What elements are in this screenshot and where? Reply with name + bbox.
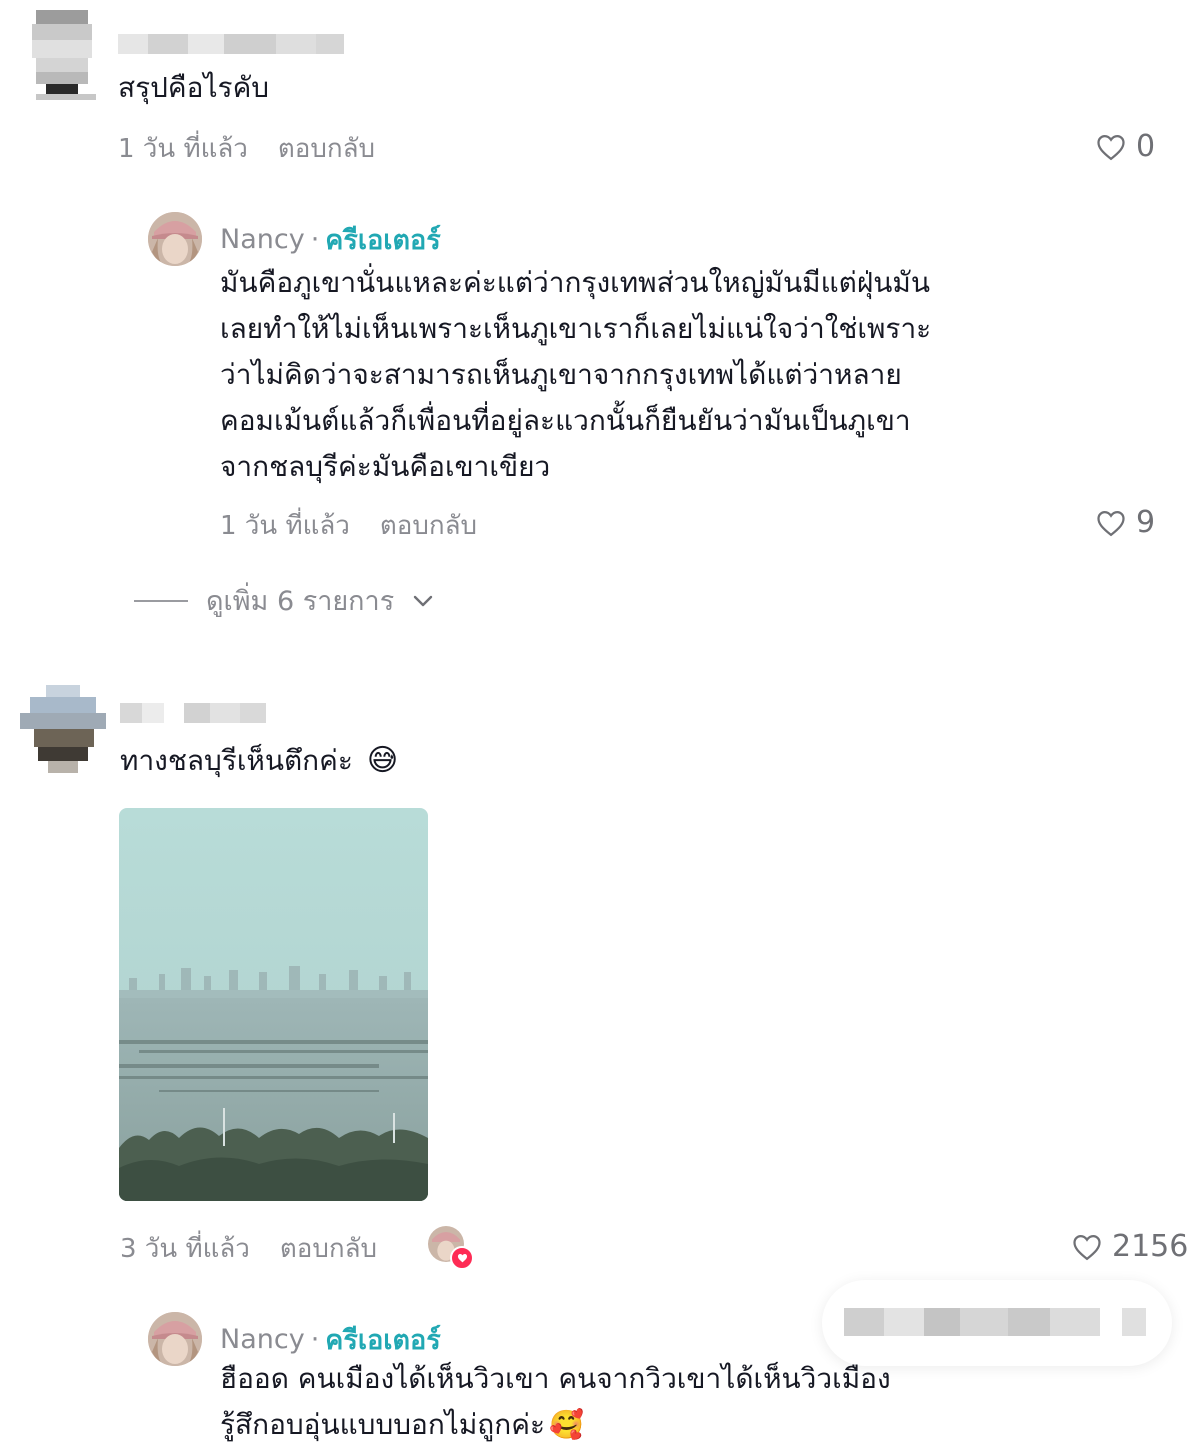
blurred-username[interactable] [118,34,344,54]
separator-dot: · [310,224,320,255]
like-button[interactable]: 2156 [1072,1229,1188,1264]
like-count: 9 [1136,505,1156,540]
reply-time: 1 วัน ที่แล้ว [220,511,350,541]
creator-badge: ครีเอเตอร์ [325,1325,441,1356]
reply-text: ฮืออด คนเมืองได้เห็นวิวเขา คนจากวิวเขาได… [220,1356,891,1448]
like-count: 0 [1136,129,1156,164]
grinning-sweat-emoji: 😅 [366,743,399,778]
avatar[interactable] [148,1312,202,1366]
reply-line: ว่าไม่คิดว่าจะสามารถเห็นภูเขาจากกรุงเทพไ… [220,358,902,391]
like-button[interactable]: 0 [1096,129,1155,164]
comment-time: 3 วัน ที่แล้ว [120,1234,250,1264]
view-more-label: ดูเพิ่ม 6 รายการ [206,586,395,617]
chevron-down-icon [414,595,433,606]
creator-avatar-image [148,212,202,266]
blurred-notification-pill[interactable] [822,1280,1172,1366]
reply-line: รู้สึกอบอุ่นแบบบอกไม่ถูกค่ะ 🥰 [220,1402,891,1448]
creator-badge: ครีเอเตอร์ [325,225,441,256]
reply-line: จากชลบุรีค่ะมันคือเขาเขียว [220,450,551,483]
author-name[interactable]: Nancy [220,224,305,255]
avatar[interactable] [22,10,102,100]
heart-icon [1073,1234,1101,1260]
comment-meta: 1 วัน ที่แล้ว ตอบกลับ [118,128,375,169]
comment-time: 1 วัน ที่แล้ว [118,134,248,164]
comment-text-body: ทางชลบุรีเห็นตึกค่ะ [120,744,353,777]
comment-text: สรุปคือไรคับ [118,71,270,104]
reply-text: มันคือภูเขานั่นแหละค่ะแต่ว่ากรุงเทพส่วนใ… [220,260,931,490]
creator-avatar-image [148,1312,202,1366]
divider-line [134,599,188,602]
heart-icon [1097,510,1125,536]
attached-photo[interactable] [119,808,428,1201]
separator-dot: · [310,1324,320,1355]
reply-line: คอมเม้นต์แล้วก็เพื่อนที่อยู่ละแวกนั้นก็ย… [220,404,911,437]
reply-button[interactable]: ตอบกลับ [278,128,375,169]
liked-heart-icon [450,1246,474,1270]
reply-meta: 1 วัน ที่แล้ว ตอบกลับ [220,505,477,546]
author-name[interactable]: Nancy [220,1324,305,1355]
reply-button[interactable]: ตอบกลับ [280,1228,377,1269]
reply-line-text: รู้สึกอบอุ่นแบบบอกไม่ถูกค่ะ [220,1408,545,1441]
avatar[interactable] [148,212,202,266]
reply-author: Nancy · ครีเอเตอร์ [220,218,441,261]
reply-line: ฮืออด คนเมืองได้เห็นวิวเขา คนจากวิวเขาได… [220,1362,891,1395]
reply-line: เลยทำให้ไม่เห็นเพราะเห็นภูเขาเราก็เลยไม่… [220,312,932,345]
heart-icon [1097,134,1125,160]
like-count: 2156 [1112,1229,1189,1264]
reply-button[interactable]: ตอบกลับ [380,505,477,546]
comment-meta: 3 วัน ที่แล้ว ตอบกลับ [120,1228,377,1269]
view-more-replies-button[interactable]: ดูเพิ่ม 6 รายการ [134,579,434,622]
sea-skyline-image [119,808,428,1201]
avatar[interactable] [20,685,106,775]
reply-line: มันคือภูเขานั่นแหละค่ะแต่ว่ากรุงเทพส่วนใ… [220,266,930,299]
like-button[interactable]: 9 [1096,505,1155,540]
blurred-username[interactable] [120,703,266,723]
smiling-hearts-emoji: 🥰 [548,1408,584,1441]
comment-text: ทางชลบุรีเห็นตึกค่ะ 😅 [120,738,398,784]
creator-liked-badge [428,1226,474,1270]
reply-author: Nancy · ครีเอเตอร์ [220,1318,441,1361]
